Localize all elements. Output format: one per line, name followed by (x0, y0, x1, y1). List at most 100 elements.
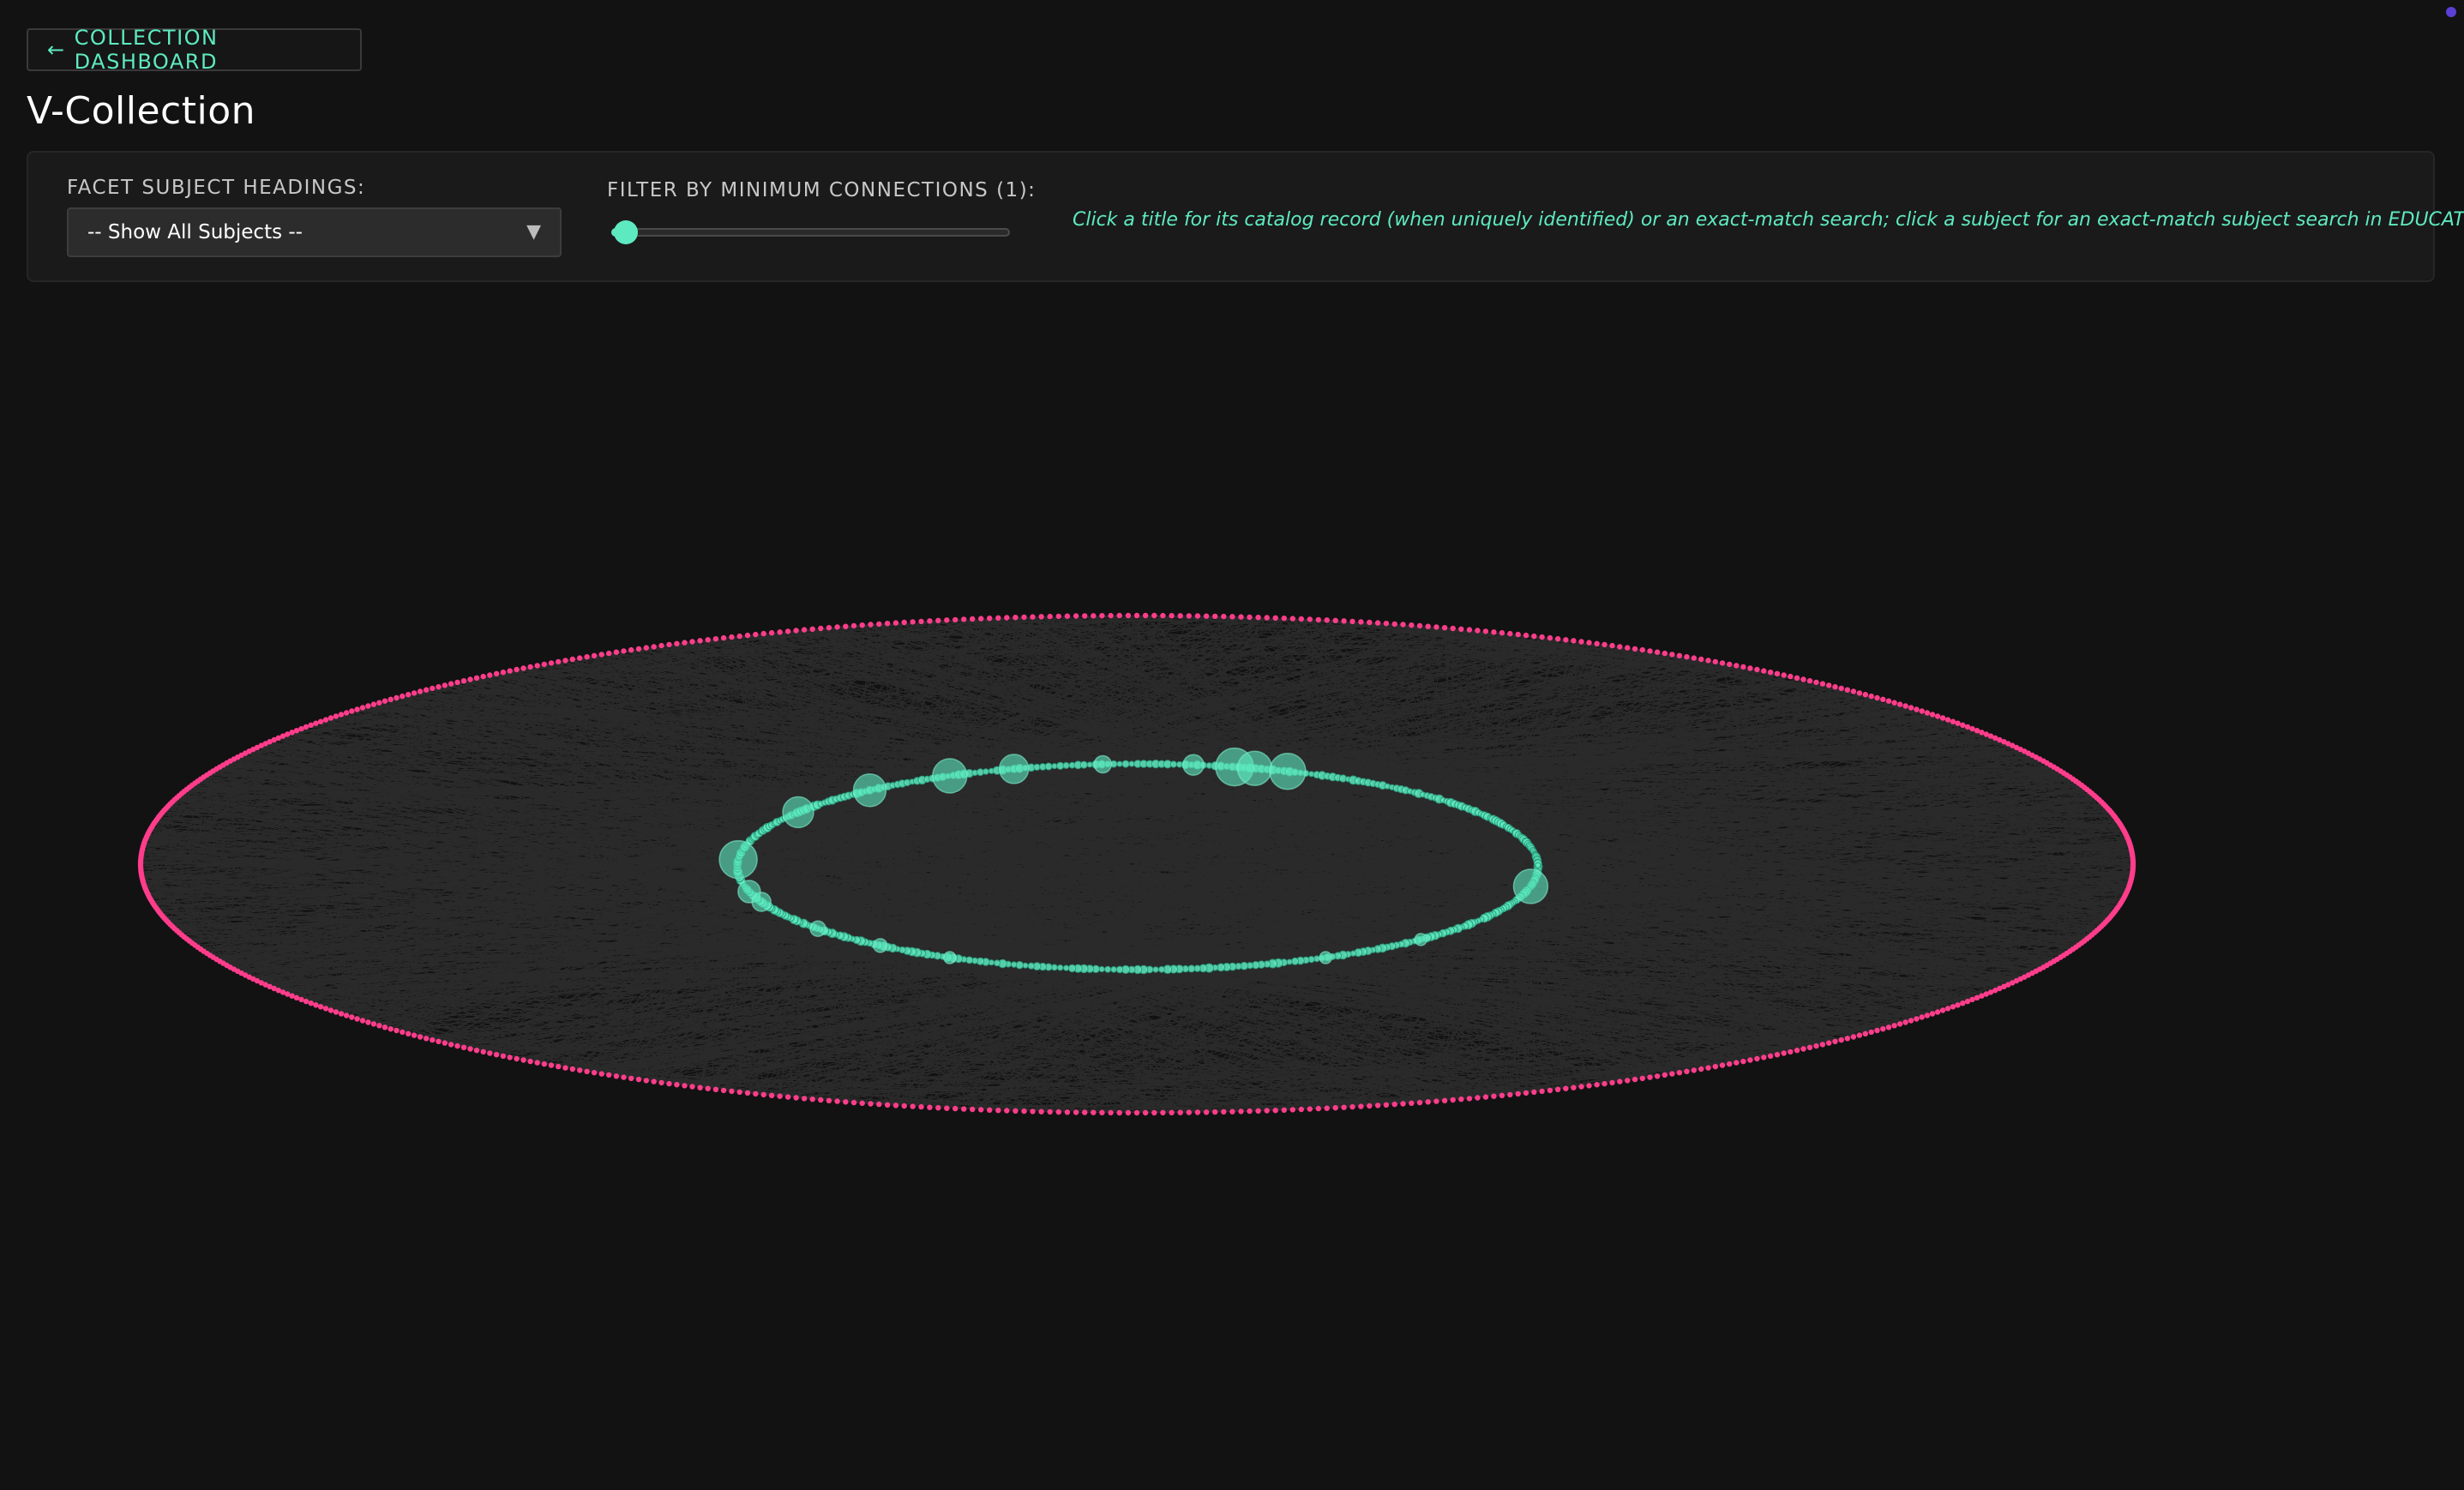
subject-node[interactable] (1482, 628, 1489, 634)
subject-node[interactable] (1400, 622, 1406, 628)
subject-node[interactable] (859, 1100, 865, 1106)
subject-node[interactable] (910, 619, 916, 625)
title-node[interactable] (1067, 964, 1077, 973)
subject-node[interactable] (961, 1106, 967, 1112)
subject-node[interactable] (493, 1052, 500, 1058)
subject-node[interactable] (987, 1107, 993, 1113)
subject-node[interactable] (562, 1065, 568, 1071)
subject-node[interactable] (1358, 1103, 1364, 1109)
subject-node[interactable] (424, 1036, 430, 1042)
title-hub-node[interactable] (1093, 754, 1113, 774)
subject-node[interactable] (1272, 1108, 1278, 1114)
subject-node[interactable] (1617, 1078, 1623, 1084)
subject-node[interactable] (1602, 1080, 1608, 1087)
subject-node[interactable] (1832, 684, 1838, 690)
subject-node[interactable] (359, 1018, 366, 1024)
subject-node[interactable] (1929, 712, 1936, 718)
subject-node[interactable] (370, 1021, 377, 1027)
subject-node[interactable] (448, 1042, 454, 1048)
subject-node[interactable] (1298, 616, 1305, 622)
subject-node[interactable] (1450, 625, 1456, 632)
subject-node[interactable] (1547, 1087, 1554, 1094)
subject-node[interactable] (760, 630, 766, 637)
subject-node[interactable] (1458, 1096, 1464, 1102)
subject-node[interactable] (1800, 676, 1806, 682)
subject-node[interactable] (1531, 633, 1537, 640)
subject-node[interactable] (1247, 614, 1253, 621)
subject-node[interactable] (1950, 718, 1956, 724)
subject-node[interactable] (1038, 614, 1044, 620)
subject-node[interactable] (674, 1082, 680, 1088)
subject-node[interactable] (1934, 713, 1941, 719)
subject-node[interactable] (801, 627, 808, 633)
subject-node[interactable] (606, 650, 612, 657)
subject-node[interactable] (1425, 1099, 1431, 1105)
subject-node[interactable] (442, 1040, 448, 1046)
subject-node[interactable] (493, 670, 500, 676)
subject-node[interactable] (303, 724, 310, 730)
subject-node[interactable] (1099, 613, 1105, 619)
subject-node[interactable] (1523, 632, 1529, 639)
subject-node[interactable] (584, 1068, 590, 1074)
subject-node[interactable] (1491, 1093, 1497, 1099)
subject-node[interactable] (1391, 621, 1397, 628)
subject-node[interactable] (1272, 615, 1278, 621)
subject-node[interactable] (910, 1103, 916, 1109)
subject-node[interactable] (1625, 645, 1631, 651)
subject-node[interactable] (682, 640, 688, 646)
subject-node[interactable] (1908, 1018, 1914, 1024)
title-hub-node[interactable] (809, 920, 826, 937)
subject-node[interactable] (809, 1096, 815, 1102)
subject-node[interactable] (1030, 1108, 1036, 1114)
subject-node[interactable] (338, 1011, 345, 1017)
subject-node[interactable] (606, 1072, 612, 1078)
subject-node[interactable] (1609, 1079, 1615, 1086)
subject-node[interactable] (1281, 1107, 1288, 1113)
subject-node[interactable] (1013, 1108, 1019, 1114)
subject-node[interactable] (621, 1074, 627, 1080)
subject-node[interactable] (987, 616, 993, 622)
subject-node[interactable] (1594, 640, 1600, 646)
subject-node[interactable] (1891, 1023, 1897, 1029)
subject-node[interactable] (520, 665, 526, 671)
subject-node[interactable] (1177, 1109, 1183, 1115)
subject-node[interactable] (1944, 717, 1951, 723)
slider-thumb[interactable] (614, 220, 638, 244)
subject-node[interactable] (1719, 1062, 1726, 1068)
title-hub-node[interactable] (1236, 750, 1273, 786)
subject-node[interactable] (1004, 1108, 1010, 1114)
subject-node[interactable] (768, 1092, 775, 1098)
subject-node[interactable] (1177, 613, 1183, 619)
subject-node[interactable] (569, 1066, 575, 1072)
subject-node[interactable] (1609, 642, 1615, 649)
subject-node[interactable] (1896, 1021, 1903, 1027)
title-node[interactable] (1062, 761, 1070, 769)
subject-node[interactable] (1367, 619, 1373, 626)
subject-node[interactable] (736, 1089, 742, 1096)
subject-node[interactable] (1116, 612, 1122, 619)
subject-node[interactable] (1247, 1108, 1253, 1114)
subject-node[interactable] (1950, 1004, 1956, 1010)
subject-node[interactable] (682, 1083, 688, 1089)
subject-node[interactable] (473, 675, 480, 681)
subject-node[interactable] (1806, 1044, 1813, 1050)
subject-node[interactable] (1539, 634, 1545, 640)
subject-node[interactable] (487, 672, 493, 678)
subject-node[interactable] (1142, 1109, 1149, 1116)
subject-node[interactable] (359, 705, 366, 711)
title-node[interactable] (1063, 964, 1070, 971)
subject-node[interactable] (1767, 1053, 1774, 1059)
subject-node[interactable] (328, 1007, 334, 1013)
subject-node[interactable] (1761, 1054, 1767, 1060)
subject-node[interactable] (430, 1036, 436, 1043)
subject-node[interactable] (527, 1058, 533, 1065)
subject-node[interactable] (1902, 1019, 1908, 1025)
subject-node[interactable] (1307, 1106, 1313, 1112)
subject-node[interactable] (1499, 630, 1505, 636)
subject-node[interactable] (1341, 618, 1347, 624)
title-hub-node[interactable] (1512, 868, 1549, 904)
subject-node[interactable] (818, 1096, 824, 1103)
subject-node[interactable] (1091, 1109, 1097, 1115)
title-node[interactable] (1015, 961, 1025, 970)
subject-node[interactable] (666, 1080, 672, 1087)
